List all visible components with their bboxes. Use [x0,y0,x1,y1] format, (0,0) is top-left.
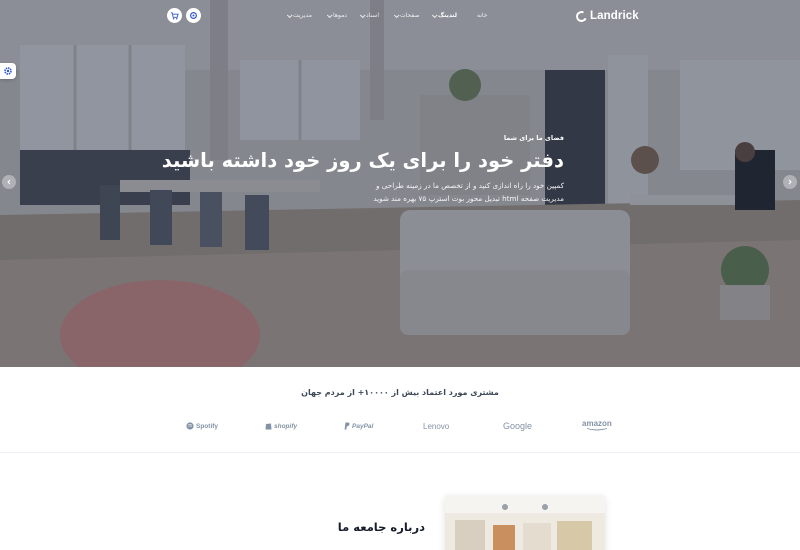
chevron-left-icon [7,179,11,185]
cart-button[interactable] [167,8,182,23]
nav-item-label: دموها [333,12,347,19]
chevron-down-icon [286,12,293,19]
nav-item-landing[interactable]: لندینگ [431,10,458,22]
brand-logo-shopify: shopify [265,419,297,433]
brand-name: shopify [274,422,298,430]
brand-logo-amazon: amazon [582,419,612,433]
about-image [445,495,605,550]
nav-item-label: مدیریت [293,12,312,19]
cart-icon [170,12,179,20]
brand-logo-spotify: Spotify [186,419,218,433]
slider-prev-button[interactable] [2,175,16,189]
brand-name: Google [503,421,533,431]
about-image-graphic [445,495,605,550]
hero-description: کمپین خود را راه اندازی کنید و از تخصص م… [373,181,564,203]
slider-next-button[interactable] [783,175,797,189]
nav-item-pages[interactable]: صفحات [393,10,420,22]
style-switcher-button[interactable] [0,63,16,79]
shopify-icon [265,423,272,430]
spotify-icon [186,422,194,430]
chevron-down-icon [326,12,333,19]
logo[interactable]: Landrick [574,8,639,24]
logo-icon [574,8,589,24]
settings-icon [190,12,197,19]
hero-section: Landrick خانه لندینگ صفحات اسناد دموها م… [0,0,800,367]
logo-text: Landrick [590,10,639,22]
chevron-down-icon [359,12,366,19]
navbar: Landrick خانه لندینگ صفحات اسناد دموها م… [0,0,800,32]
chevron-right-icon [788,179,792,185]
brand-logo-paypal: PayPal [344,419,373,433]
hero-title: دفتر خود را برای یک روز خود داشته باشید [161,149,564,172]
nav-item-label: اسناد [366,12,380,19]
brand-name: PayPal [352,422,374,430]
settings-button[interactable] [186,8,201,23]
nav-item-label: لندینگ [438,12,458,19]
brand-logo-google: Google [503,419,532,433]
clients-section: مشتری مورد اعتماد بیش از ۱۰۰۰۰+ از مردم … [0,367,800,453]
about-section: درباره جامعه ما [0,453,800,550]
about-title: درباره جامعه ما [337,520,425,534]
chevron-down-icon [431,12,438,19]
nav-item-demos[interactable]: دموها [326,10,347,22]
chevron-down-icon [393,12,400,19]
hero-content: فضای ما برای شما دفتر خود را برای یک روز… [161,134,564,206]
amazon-smile-icon [586,428,608,431]
brand-name: Spotify [196,422,219,430]
brand-name: amazon [582,419,612,428]
brand-name: Lenovo [423,421,450,431]
nav-item-home[interactable]: خانه [477,10,487,22]
brand-logo-lenovo: Lenovo [423,419,449,433]
paypal-icon [344,422,350,430]
nav-item-docs[interactable]: اسناد [359,10,380,22]
nav-item-label: صفحات [400,12,420,19]
clients-title: مشتری مورد اعتماد بیش از ۱۰۰۰۰+ از مردم … [301,388,499,397]
nav-item-label: خانه [477,12,488,19]
nav-item-admin[interactable]: مدیریت [286,10,312,22]
gear-icon [4,67,12,75]
hero-eyebrow: فضای ما برای شما [503,134,564,142]
